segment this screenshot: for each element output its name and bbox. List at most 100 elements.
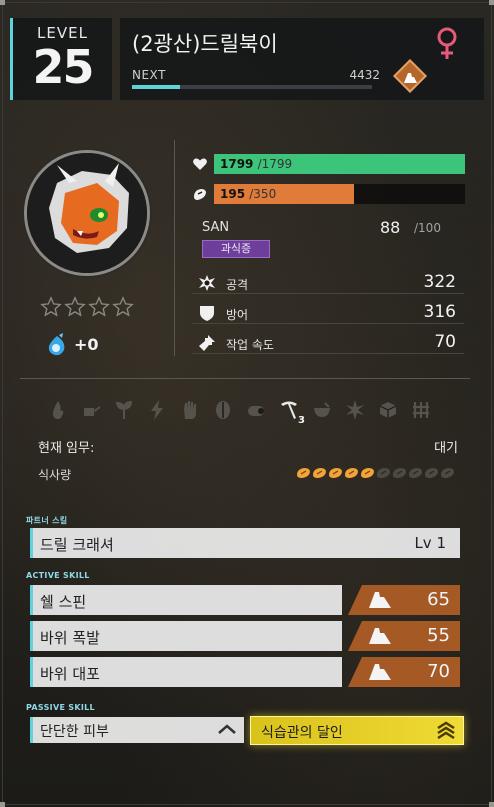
exp-bar-fill — [132, 85, 180, 89]
hp-text: 1799 /1799 — [220, 157, 292, 171]
skill-element-panel: 55 — [348, 621, 460, 651]
food-icon — [194, 189, 206, 200]
attack-icon — [199, 275, 215, 291]
accent-bar — [30, 717, 33, 743]
food-pip-icon — [425, 468, 438, 478]
skill-name-panel: 쉘 스핀 — [30, 585, 342, 615]
hunger-text: 195 /350 — [220, 187, 276, 201]
accent-bar — [30, 621, 33, 651]
active-skill-2[interactable]: 바위 폭발 55 — [30, 621, 460, 651]
pal-portrait-image — [27, 153, 147, 273]
section-divider — [20, 378, 470, 379]
defense-icon — [200, 306, 214, 321]
stat-value: 316 — [423, 302, 456, 322]
next-label: NEXT — [132, 68, 166, 82]
food-pip-icon — [297, 468, 310, 478]
stat-label: 방어 — [226, 308, 249, 322]
passive-skill-2[interactable]: 식습관의 달인 — [250, 716, 464, 745]
accent-bar — [30, 657, 33, 687]
medicine-icon[interactable] — [308, 396, 336, 424]
skill-name: 바위 대포 — [40, 665, 100, 683]
current-task-label: 현재 임무: — [38, 441, 95, 456]
stat-value: 322 — [423, 272, 456, 292]
skill-element-panel: 65 — [348, 585, 460, 615]
active-skill-1[interactable]: 쉘 스핀 65 — [30, 585, 460, 615]
partner-skill[interactable]: 드릴 크래셔 Lv 1 — [30, 528, 460, 558]
planting-icon[interactable] — [110, 396, 138, 424]
mining-icon[interactable]: 3 — [275, 396, 305, 426]
hp-max: /1799 — [257, 157, 293, 171]
pal-name[interactable]: (2광산)드릴북이 — [132, 28, 278, 58]
food-pip-icon — [441, 468, 454, 478]
next-exp-value: 4432 — [349, 68, 380, 82]
kindling-icon[interactable] — [44, 396, 72, 424]
partner-skill-level: Lv 1 — [414, 534, 446, 552]
pal-portrait — [24, 150, 150, 276]
accent-bar — [30, 528, 33, 558]
food-pip-icon — [393, 468, 406, 478]
active-skill-3[interactable]: 바위 대포 70 — [30, 657, 460, 687]
ground-element-icon — [404, 73, 417, 83]
mining-level: 3 — [298, 415, 305, 426]
partner-skill-label: 파트너 스킬 — [26, 516, 68, 525]
female-gender-icon — [437, 27, 457, 59]
hunger-bar: 195 /350 — [192, 184, 465, 204]
san-max: /100 — [414, 221, 441, 235]
skill-element-panel: 70 — [348, 657, 460, 687]
stat-defense: 방어 316 — [192, 302, 464, 324]
food-pip-icon — [329, 468, 342, 478]
partner-skill-name: 드릴 크래셔 — [40, 536, 114, 554]
electricity-icon[interactable] — [143, 396, 171, 424]
food-consumption-meter — [296, 467, 456, 479]
condition-badge[interactable]: 과식증 — [202, 240, 270, 258]
star-icon — [40, 296, 62, 317]
passive-skill-name: 단단한 피부 — [40, 724, 109, 740]
heart-icon — [193, 158, 207, 170]
skill-power: 55 — [427, 625, 450, 646]
star-icon — [88, 296, 110, 317]
work-suitability-row: 3 — [44, 396, 464, 426]
work-speed-icon — [199, 335, 215, 351]
current-task-value: 대기 — [434, 441, 458, 456]
watering-icon[interactable] — [77, 396, 105, 424]
gathering-icon[interactable] — [209, 396, 237, 424]
passive-skill-1[interactable]: 단단한 피부 — [30, 717, 244, 743]
transporting-icon[interactable] — [374, 396, 402, 424]
soul-bonus: +0 — [74, 335, 99, 354]
accent-bar — [30, 585, 33, 615]
soul-icon — [48, 333, 65, 356]
stat-value: 70 — [434, 332, 456, 352]
passive-skill-label: PASSIVE SKILL — [26, 703, 95, 712]
farming-icon[interactable] — [407, 396, 435, 424]
lumbering-icon[interactable] — [242, 396, 270, 424]
ground-element-icon — [369, 664, 391, 680]
hp-value: 1799 — [220, 157, 254, 171]
stat-label: 공격 — [226, 278, 249, 292]
cooling-icon[interactable] — [341, 396, 369, 424]
san-value: 88 — [380, 218, 401, 237]
food-pip-icon — [345, 468, 358, 478]
skill-name: 바위 폭발 — [40, 629, 100, 647]
food-consumption-label: 식사량 — [38, 468, 72, 482]
rank-up-triple-icon — [437, 721, 455, 740]
hunger-bar-track: 195 /350 — [214, 184, 465, 204]
hunger-max: /350 — [249, 187, 277, 201]
san-label: SAN — [202, 220, 230, 235]
handiwork-icon[interactable] — [176, 396, 204, 424]
skill-name: 쉘 스핀 — [40, 593, 87, 611]
star-icon — [64, 296, 86, 317]
skill-name-panel: 바위 폭발 — [30, 621, 342, 651]
rank-up-icon — [218, 724, 236, 734]
ground-element-icon — [369, 628, 391, 644]
stat-attack: 공격 322 — [192, 272, 464, 294]
portrait-divider — [174, 140, 175, 356]
frame-corner — [489, 802, 494, 807]
hp-bar-track: 1799 /1799 — [214, 154, 465, 174]
level-value: 25 — [32, 40, 94, 94]
stat-work-speed: 작업 속도 70 — [192, 332, 464, 354]
star-icon — [112, 296, 134, 317]
exp-bar — [132, 85, 372, 89]
food-pip-icon — [313, 468, 326, 478]
passive-skill-name: 식습관의 달인 — [261, 725, 343, 741]
name-box: (2광산)드릴북이 NEXT 4432 — [120, 18, 484, 100]
